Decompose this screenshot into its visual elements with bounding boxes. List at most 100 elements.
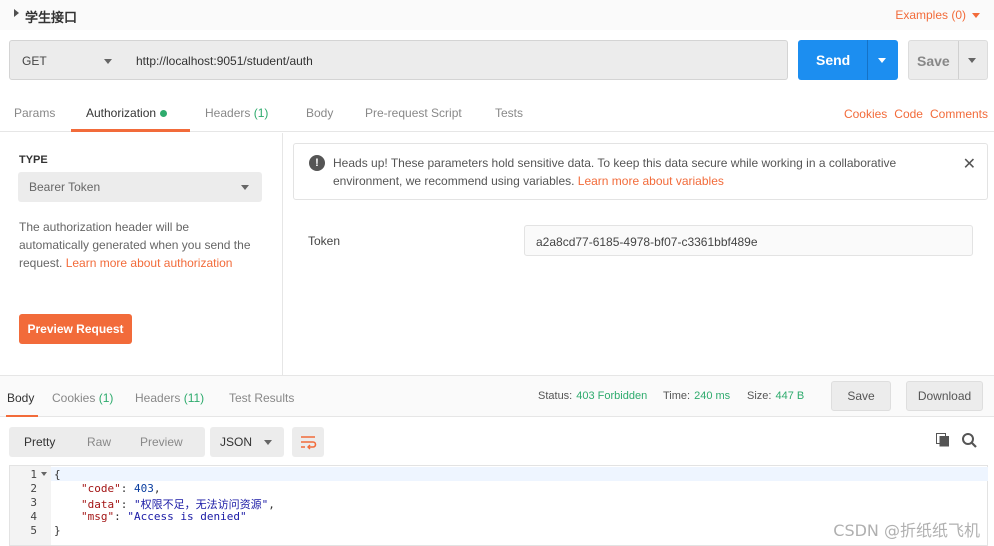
csdn-watermark: CSDN @折纸纸飞机 — [833, 521, 980, 540]
line-number: 4 — [30, 510, 37, 523]
auth-description: The authorization header will be automat… — [19, 218, 259, 272]
url-input[interactable]: http://localhost:9051/student/auth — [125, 40, 788, 80]
tab-pre-request-script[interactable]: Pre-request Script — [365, 106, 462, 120]
tab-body[interactable]: Body — [306, 106, 333, 120]
type-label: TYPE — [19, 154, 48, 166]
comments-link[interactable]: Comments — [930, 107, 988, 121]
chevron-down-icon — [104, 59, 112, 64]
panel-divider — [282, 133, 283, 375]
active-line-highlight — [51, 467, 988, 481]
line-number: 5 — [30, 524, 37, 537]
time-value: 240 ms — [694, 390, 731, 402]
send-options-chevron-icon[interactable] — [878, 58, 886, 63]
tab-tests[interactable]: Tests — [495, 106, 523, 120]
size-readout: Size: 447 B — [747, 390, 804, 402]
save-options-chevron-icon[interactable] — [968, 58, 976, 63]
json-value: 403 — [134, 482, 154, 495]
tab-count: (11) — [183, 391, 205, 405]
preview-view-button[interactable]: Preview — [140, 435, 183, 449]
time-readout: Time: 240 ms — [663, 390, 730, 402]
preview-request-button[interactable]: Preview Request — [19, 314, 132, 344]
title-bar: 学生接口 Examples (0) — [0, 0, 994, 30]
active-tab-underline — [71, 129, 190, 132]
tab-count: (1) — [98, 391, 114, 405]
token-label: Token — [308, 234, 341, 248]
tab-label: Authorization — [86, 106, 157, 120]
sensitive-data-alert: ! Heads up! These parameters hold sensit… — [293, 143, 988, 200]
active-dot-icon — [160, 110, 168, 118]
view-mode-group: Pretty Raw Preview — [9, 427, 205, 457]
token-input[interactable]: a2a8cd77-6185-4978-bf07-c3361bbf489e — [524, 225, 973, 256]
search-icon[interactable] — [961, 432, 978, 449]
collapse-caret-icon[interactable] — [14, 9, 19, 17]
response-tab-body[interactable]: Body — [7, 391, 34, 405]
status-readout: Status: 403 Forbidden — [538, 390, 647, 402]
tab-label: Body — [7, 391, 35, 405]
examples-dropdown[interactable]: Examples (0) — [895, 8, 980, 22]
json-comma: , — [153, 482, 161, 495]
save-divider — [958, 41, 959, 79]
size-label: Size: — [747, 390, 772, 402]
response-tab-headers[interactable]: Headers (11) — [135, 391, 204, 405]
json-key: "msg" — [81, 510, 115, 523]
line-number: 2 — [30, 482, 37, 495]
request-title[interactable]: 学生接口 — [25, 7, 77, 26]
size-value: 447 B — [775, 390, 805, 402]
request-tabs: Params Authorization Headers (1) Body Pr… — [0, 92, 994, 132]
auth-type-value: Bearer Token — [29, 180, 101, 194]
code-line: "code": 403, — [81, 482, 161, 495]
info-exclamation-icon: ! — [309, 155, 325, 171]
learn-more-variables-link[interactable]: Learn more about variables — [578, 174, 724, 188]
tab-label: Headers — [135, 391, 181, 405]
chevron-down-icon — [241, 185, 249, 190]
wrap-lines-icon — [301, 436, 317, 450]
response-tab-cookies[interactable]: Cookies (1) — [52, 391, 113, 405]
method-value: GET — [22, 54, 47, 68]
line-number: 1 — [30, 468, 37, 481]
line-number: 3 — [30, 496, 37, 509]
tab-label: Body — [306, 106, 334, 120]
time-label: Time: — [663, 390, 691, 402]
download-button[interactable]: Download — [906, 381, 983, 411]
response-tab-test-results[interactable]: Test Results — [229, 391, 294, 405]
pretty-view-button[interactable]: Pretty — [24, 435, 55, 449]
fold-caret-icon[interactable] — [41, 472, 47, 476]
status-label: Status: — [538, 390, 573, 402]
cookies-link[interactable]: Cookies — [844, 107, 887, 121]
tab-headers[interactable]: Headers (1) — [205, 106, 268, 120]
tab-params[interactable]: Params — [14, 106, 55, 120]
tab-authorization[interactable]: Authorization — [86, 106, 168, 120]
json-key: "code" — [81, 482, 121, 495]
raw-view-button[interactable]: Raw — [87, 435, 111, 449]
url-value: http://localhost:9051/student/auth — [136, 54, 313, 68]
tab-count: (1) — [253, 106, 269, 120]
tab-label: Tests — [495, 106, 524, 120]
send-label: Send — [816, 52, 851, 68]
chevron-down-icon — [972, 13, 980, 19]
examples-label: Examples (0) — [895, 8, 966, 22]
wrap-lines-button[interactable] — [292, 427, 324, 457]
code-link[interactable]: Code — [894, 107, 923, 121]
save-response-button[interactable]: Save — [831, 381, 891, 411]
code-line: "msg": "Access is denied" — [81, 510, 247, 523]
request-links: Cookies Code Comments — [837, 107, 988, 121]
auth-type-select[interactable]: Bearer Token — [18, 172, 262, 202]
json-value: "Access is denied" — [127, 510, 247, 523]
tab-label: Params — [14, 106, 56, 120]
method-select[interactable]: GET — [9, 40, 126, 80]
chevron-down-icon — [264, 440, 272, 445]
save-label: Save — [917, 53, 950, 69]
copy-icon[interactable] — [936, 433, 950, 447]
json-comma: , — [268, 498, 275, 511]
format-select[interactable]: JSON — [210, 427, 284, 457]
send-button[interactable]: Send — [798, 40, 898, 80]
response-bar: Body Cookies (1) Headers (11) Test Resul… — [0, 375, 994, 417]
close-icon[interactable]: ✕ — [963, 154, 976, 174]
token-value: a2a8cd77-6185-4978-bf07-c3361bbf489e — [536, 235, 758, 249]
status-value: 403 Forbidden — [576, 390, 648, 402]
active-response-tab-underline — [6, 415, 38, 417]
save-button[interactable]: Save — [908, 40, 988, 80]
learn-more-auth-link[interactable]: Learn more about authorization — [66, 256, 233, 270]
format-bar: Pretty Raw Preview JSON — [0, 418, 994, 466]
code-line: { — [54, 468, 61, 481]
